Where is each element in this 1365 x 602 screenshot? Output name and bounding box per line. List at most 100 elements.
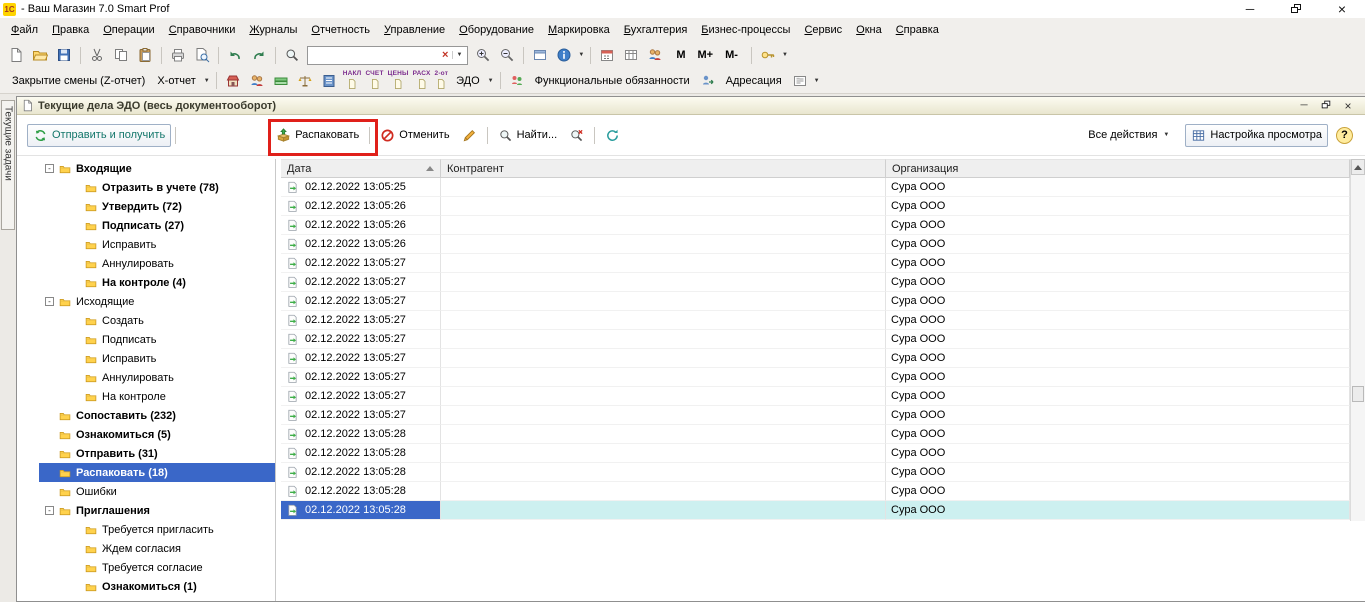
tree-item[interactable]: На контроле — [17, 387, 275, 406]
z-report-button[interactable]: Закрытие смены (Z-отчет) — [6, 72, 151, 90]
menu-item-1[interactable]: Файл — [4, 20, 45, 40]
menu-item-4[interactable]: Справочники — [162, 20, 243, 40]
cancel-button[interactable]: Отменить — [374, 124, 455, 147]
doc-shortcut-button[interactable]: СЧЕТ — [365, 71, 383, 91]
tree-item[interactable]: Требуется пригласить — [17, 520, 275, 539]
edo-dropdown-icon[interactable]: ▼ — [488, 78, 494, 84]
tree-item[interactable]: -Приглашения — [17, 501, 275, 520]
addressing-icon[interactable] — [697, 70, 719, 92]
memory-button-М+[interactable]: М+ — [693, 47, 719, 63]
tree-item[interactable]: Подписать (27) — [17, 216, 275, 235]
memory-button-М[interactable]: М — [671, 47, 690, 63]
table-row[interactable]: 02.12.2022 13:05:28Сура ООО — [281, 425, 1350, 444]
table-row[interactable]: 02.12.2022 13:05:27Сура ООО — [281, 387, 1350, 406]
menu-item-11[interactable]: Бизнес-процессы — [694, 20, 797, 40]
menu-item-13[interactable]: Окна — [849, 20, 889, 40]
paste-icon[interactable] — [134, 44, 156, 66]
close-button[interactable]: × — [1319, 1, 1365, 17]
addressing-button[interactable]: Адресация — [720, 72, 788, 90]
functional-duties-button[interactable]: Функциональные обязанности — [529, 72, 696, 90]
redo-icon[interactable] — [248, 44, 270, 66]
tree-item[interactable]: Создать — [17, 311, 275, 330]
news-dropdown-icon[interactable]: ▼ — [814, 78, 820, 84]
column-header-date[interactable]: Дата — [281, 159, 441, 178]
table-row[interactable]: 02.12.2022 13:05:26Сура ООО — [281, 235, 1350, 254]
table-row[interactable]: 02.12.2022 13:05:28Сура ООО — [281, 444, 1350, 463]
tree-item[interactable]: Сопоставить (232) — [17, 406, 275, 425]
clear-find-button[interactable] — [563, 124, 590, 147]
view-settings-button[interactable]: Настройка просмотра — [1185, 124, 1328, 147]
table-row[interactable]: 02.12.2022 13:05:27Сура ООО — [281, 406, 1350, 425]
table-row[interactable]: 02.12.2022 13:05:28Сура ООО — [281, 501, 1350, 520]
find-button[interactable]: Найти... — [492, 124, 564, 147]
functional-duties-icon[interactable] — [506, 70, 528, 92]
chevron-down-icon[interactable]: ▼ — [578, 52, 584, 58]
store-icon[interactable] — [222, 70, 244, 92]
table-row[interactable]: 02.12.2022 13:05:28Сура ООО — [281, 482, 1350, 501]
table-row[interactable]: 02.12.2022 13:05:28Сура ООО — [281, 463, 1350, 482]
tree-item[interactable]: Подписать — [17, 330, 275, 349]
save-icon[interactable] — [53, 44, 75, 66]
menu-item-12[interactable]: Сервис — [797, 20, 849, 40]
clear-search-icon[interactable]: × — [438, 49, 452, 61]
find-icon[interactable] — [281, 44, 303, 66]
restore-button[interactable] — [1273, 2, 1319, 16]
scrollbar-thumb[interactable] — [1352, 386, 1364, 402]
vertical-scrollbar[interactable] — [1350, 159, 1365, 521]
tree-item[interactable]: Ошибки — [17, 482, 275, 501]
tab-current-tasks[interactable]: Текущие задачи — [1, 100, 15, 230]
minimize-button[interactable]: ─ — [1227, 2, 1273, 16]
menu-item-7[interactable]: Управление — [377, 20, 452, 40]
table-icon[interactable] — [620, 44, 642, 66]
zoom-out-icon[interactable] — [496, 44, 518, 66]
tree-item[interactable]: Отправить (31) — [17, 444, 275, 463]
table-row[interactable]: 02.12.2022 13:05:27Сура ООО — [281, 273, 1350, 292]
table-row[interactable]: 02.12.2022 13:05:27Сура ООО — [281, 349, 1350, 368]
key-icon[interactable] — [757, 44, 779, 66]
tree-item[interactable]: На контроле (4) — [17, 273, 275, 292]
x-report-button[interactable]: Х-отчет — [151, 72, 201, 90]
tree-item[interactable]: Ознакомиться (5) — [17, 425, 275, 444]
help-button[interactable]: ? — [1336, 127, 1353, 144]
scales-icon[interactable] — [294, 70, 316, 92]
calendar-icon[interactable] — [596, 44, 618, 66]
preview-icon[interactable] — [191, 44, 213, 66]
tree-item[interactable]: Ознакомиться (1) — [17, 577, 275, 596]
table-row[interactable]: 02.12.2022 13:05:27Сура ООО — [281, 292, 1350, 311]
tree-item[interactable]: Аннулировать — [17, 254, 275, 273]
info-icon[interactable] — [553, 44, 575, 66]
edo-minimize-button[interactable]: ─ — [1297, 100, 1311, 111]
cut-icon[interactable] — [86, 44, 108, 66]
tree-item[interactable]: Распаковать (18) — [17, 463, 275, 482]
tree-item[interactable]: -Входящие — [17, 159, 275, 178]
undo-icon[interactable] — [224, 44, 246, 66]
menu-item-14[interactable]: Справка — [889, 20, 946, 40]
menu-item-3[interactable]: Операции — [96, 20, 161, 40]
menu-item-5[interactable]: Журналы — [242, 20, 304, 40]
collapse-icon[interactable]: - — [45, 164, 54, 173]
column-header-organization[interactable]: Организация — [886, 159, 1350, 178]
edo-restore-button[interactable] — [1319, 100, 1333, 112]
tree-item[interactable]: Отразить в учете (78) — [17, 178, 275, 197]
news-icon[interactable] — [789, 70, 811, 92]
tree-item[interactable]: Исправить — [17, 235, 275, 254]
unpack-button[interactable]: Распаковать — [270, 124, 365, 147]
refresh-button[interactable] — [599, 124, 626, 147]
edo-close-button[interactable]: × — [1341, 99, 1355, 113]
table-row[interactable]: 02.12.2022 13:05:27Сура ООО — [281, 330, 1350, 349]
new-document-icon[interactable] — [5, 44, 27, 66]
table-row[interactable]: 02.12.2022 13:05:26Сура ООО — [281, 216, 1350, 235]
cash-icon[interactable] — [270, 70, 292, 92]
users-icon[interactable] — [246, 70, 268, 92]
search-input[interactable] — [310, 48, 438, 63]
table-row[interactable]: 02.12.2022 13:05:27Сура ООО — [281, 368, 1350, 387]
tree-item[interactable]: Утвердить (72) — [17, 197, 275, 216]
window-icon[interactable] — [529, 44, 551, 66]
search-dropdown-icon[interactable]: ▼ — [452, 51, 465, 59]
tree-item[interactable]: -Исходящие — [17, 292, 275, 311]
tree-item[interactable]: Аннулировать — [17, 368, 275, 387]
users-icon[interactable] — [644, 44, 666, 66]
table-row[interactable]: 02.12.2022 13:05:26Сура ООО — [281, 197, 1350, 216]
doc-shortcut-button[interactable]: РАСХ — [413, 71, 431, 91]
tree-item[interactable]: Исправить — [17, 349, 275, 368]
